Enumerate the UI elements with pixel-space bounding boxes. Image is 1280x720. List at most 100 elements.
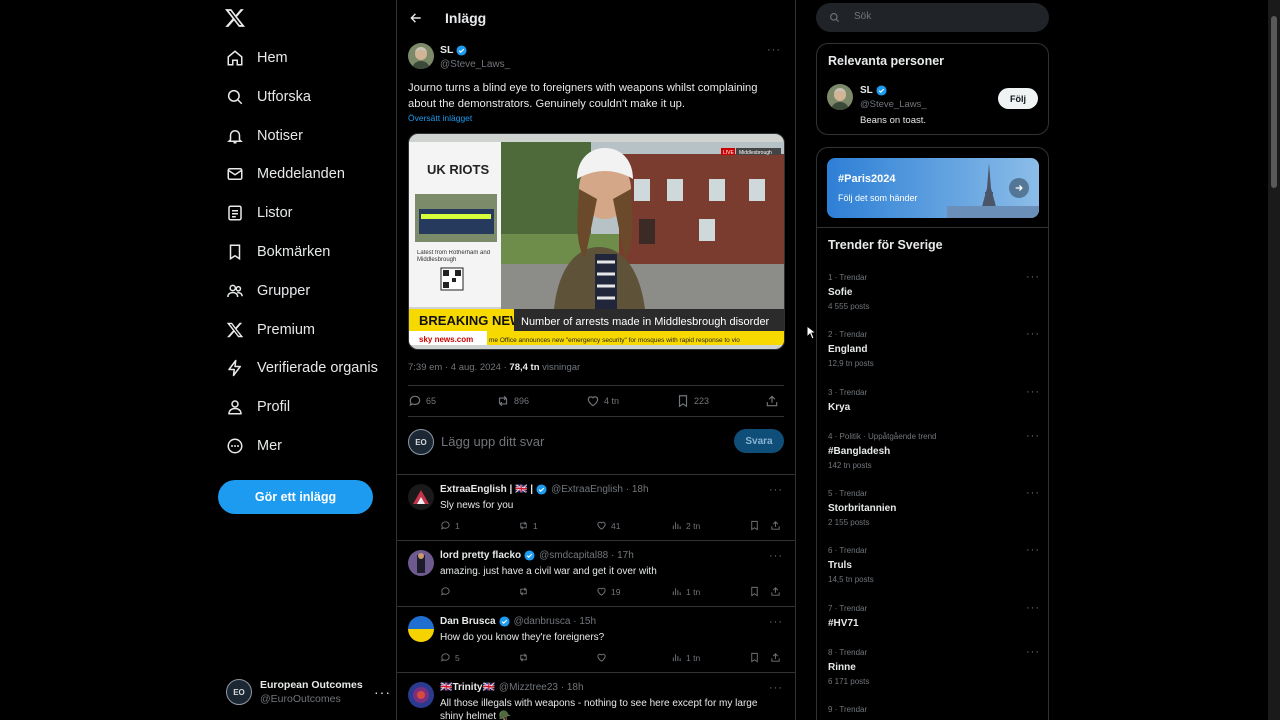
more-icon[interactable]: ··· [1026,602,1040,614]
like-button[interactable] [596,652,611,663]
trend-item[interactable]: 3 · Trendar Krya ··· [828,386,1040,413]
reply-header: Dan Brusca @danbrusca · 15h [440,616,596,627]
trend-item[interactable]: 5 · Trendar Storbritannien 2 155 posts ·… [828,487,1040,527]
bookmark-button[interactable] [749,520,764,531]
more-icon[interactable]: ··· [1026,646,1040,658]
like-button[interactable]: 19 [596,586,620,597]
views-button[interactable]: 1 tn [671,586,700,597]
nav-item-home[interactable]: Hem [226,46,288,70]
more-icon[interactable]: ··· [769,616,783,628]
nav-item-bookmarks[interactable]: Bokmärken [226,240,330,264]
more-icon[interactable]: ··· [1026,271,1040,283]
heart-icon [597,521,606,530]
reply-author[interactable]: ExtraaEnglish | 🇬🇧 | [440,484,533,495]
avatar[interactable] [408,43,434,69]
x-logo-icon[interactable] [224,7,246,29]
reply-item[interactable]: ExtraaEnglish | 🇬🇧 | @ExtraaEnglish · 18… [397,474,795,540]
more-icon[interactable]: ··· [1026,386,1040,398]
repost-button[interactable] [518,586,533,597]
arrow-right-icon[interactable] [1009,178,1029,198]
reply-handle[interactable]: @Mizztree23 · 18h [499,682,584,693]
nav-item-more[interactable]: Mer [226,434,282,458]
like-button[interactable]: 41 [596,520,620,531]
nav-item-profile[interactable]: Profil [226,395,290,419]
post-button[interactable]: Gör ett inlägg [218,480,373,514]
trend-item[interactable]: 7 · Trendar #HV71 ··· [828,602,1040,629]
event-banner[interactable]: #Paris2024 Följ det som händer [827,158,1039,218]
more-icon[interactable]: ··· [1026,328,1040,340]
share-button[interactable] [770,520,785,531]
back-arrow-icon[interactable] [409,11,423,25]
nav-item-messages[interactable]: Meddelanden [226,162,345,186]
bookmark-button[interactable] [749,586,764,597]
more-icon[interactable]: ··· [767,44,781,56]
more-icon[interactable]: ··· [769,484,783,496]
reply-handle[interactable]: @smdcapital88 · 17h [539,550,634,561]
reply-author[interactable]: 🇬🇧Trinity🇬🇧 [440,682,495,693]
share-button[interactable] [765,394,783,408]
repost-button[interactable]: 1 [518,520,538,531]
reply-item[interactable]: Dan Brusca @danbrusca · 15h ··· How do y… [397,606,795,672]
trend-item[interactable]: 8 · Trendar Rinne 6 171 posts ··· [828,646,1040,686]
scrollbar[interactable] [1268,0,1280,720]
more-icon[interactable]: ··· [1026,430,1040,442]
like-button[interactable]: 4 tn [586,394,619,408]
scrollbar-thumb[interactable] [1271,16,1277,188]
trend-item[interactable]: 2 · Trendar England 12,9 tn posts ··· [828,328,1040,368]
person-name-row[interactable]: SL [860,85,887,96]
views-button[interactable]: 1 tn [671,652,700,663]
author[interactable]: SL [440,44,467,56]
avatar[interactable] [408,484,434,510]
avatar[interactable] [408,550,434,576]
post-time[interactable]: 7:39 em · 4 aug. 2024 · [408,362,509,373]
reply-button[interactable] [440,586,455,597]
reply-item[interactable]: 🇬🇧Trinity🇬🇧 @Mizztree23 · 18h ··· All th… [397,672,795,720]
author-handle[interactable]: @Steve_Laws_ [440,59,510,70]
nav-item-lists[interactable]: Listor [226,201,292,225]
more-icon[interactable]: ··· [1026,487,1040,499]
search-box[interactable]: Sök [816,3,1049,32]
bookmark-button[interactable] [749,652,764,663]
more-icon[interactable]: ··· [1026,544,1040,556]
avatar[interactable] [408,682,434,708]
account-switcher[interactable]: EO European Outcomes @EuroOutcomes ··· [226,676,391,708]
reply-item[interactable]: lord pretty flacko @smdcapital88 · 17h ·… [397,540,795,606]
bookmark-button[interactable]: 223 [676,394,709,408]
avatar[interactable] [408,616,434,642]
reply-author[interactable]: lord pretty flacko [440,550,521,561]
nav-item-communities[interactable]: Grupper [226,279,310,303]
reply-author[interactable]: Dan Brusca [440,616,496,627]
translate-link[interactable]: Översätt inlägget [408,113,472,123]
trend-item[interactable]: 6 · Trendar Truls 14,5 tn posts ··· [828,544,1040,584]
reply-button[interactable]: 5 [440,652,460,663]
share-button[interactable] [770,652,785,663]
more-icon[interactable]: ··· [769,682,783,694]
more-icon[interactable]: ··· [374,684,391,700]
trend-item[interactable]: 1 · Trendar Sofie 4 555 posts ··· [828,271,1040,311]
views-button[interactable]: 2 tn [671,520,700,531]
reply-input[interactable]: Lägg upp ditt svar [441,434,544,449]
person-handle[interactable]: @Steve_Laws_ [860,99,927,110]
follow-button[interactable]: Följ [998,88,1038,109]
reply-handle[interactable]: @danbrusca · 15h [514,616,596,627]
reply-button[interactable]: 1 [440,520,460,531]
nav-item-notifications[interactable]: Notiser [226,124,303,148]
avatar[interactable] [827,84,853,110]
reply-handle[interactable]: @ExtraaEnglish · 18h [551,484,648,495]
trend-item[interactable]: 9 · Trendar [828,705,1040,719]
repost-button[interactable] [518,652,533,663]
post-media[interactable]: UK RIOTS Latest from Rotherham and Middl… [408,133,785,350]
trend-item[interactable]: 4 · Politik · Uppåtgående trend #Banglad… [828,430,1040,470]
reply-submit-button[interactable]: Svara [734,429,784,453]
search-input[interactable]: Sök [854,11,871,22]
share-button[interactable] [770,586,785,597]
heart-icon [597,587,606,596]
nav-item-premium[interactable]: Premium [226,318,315,342]
more-icon[interactable]: ··· [769,550,783,562]
nav-item-explore[interactable]: Utforska [226,85,311,109]
reply-button[interactable]: 65 [408,394,436,408]
trend-name: #Bangladesh [828,446,891,457]
repost-button[interactable]: 896 [496,394,529,408]
trend-meta: 8 · Trendar [828,648,868,657]
nav-item-verified-orgs[interactable]: Verifierade organis [226,356,378,380]
